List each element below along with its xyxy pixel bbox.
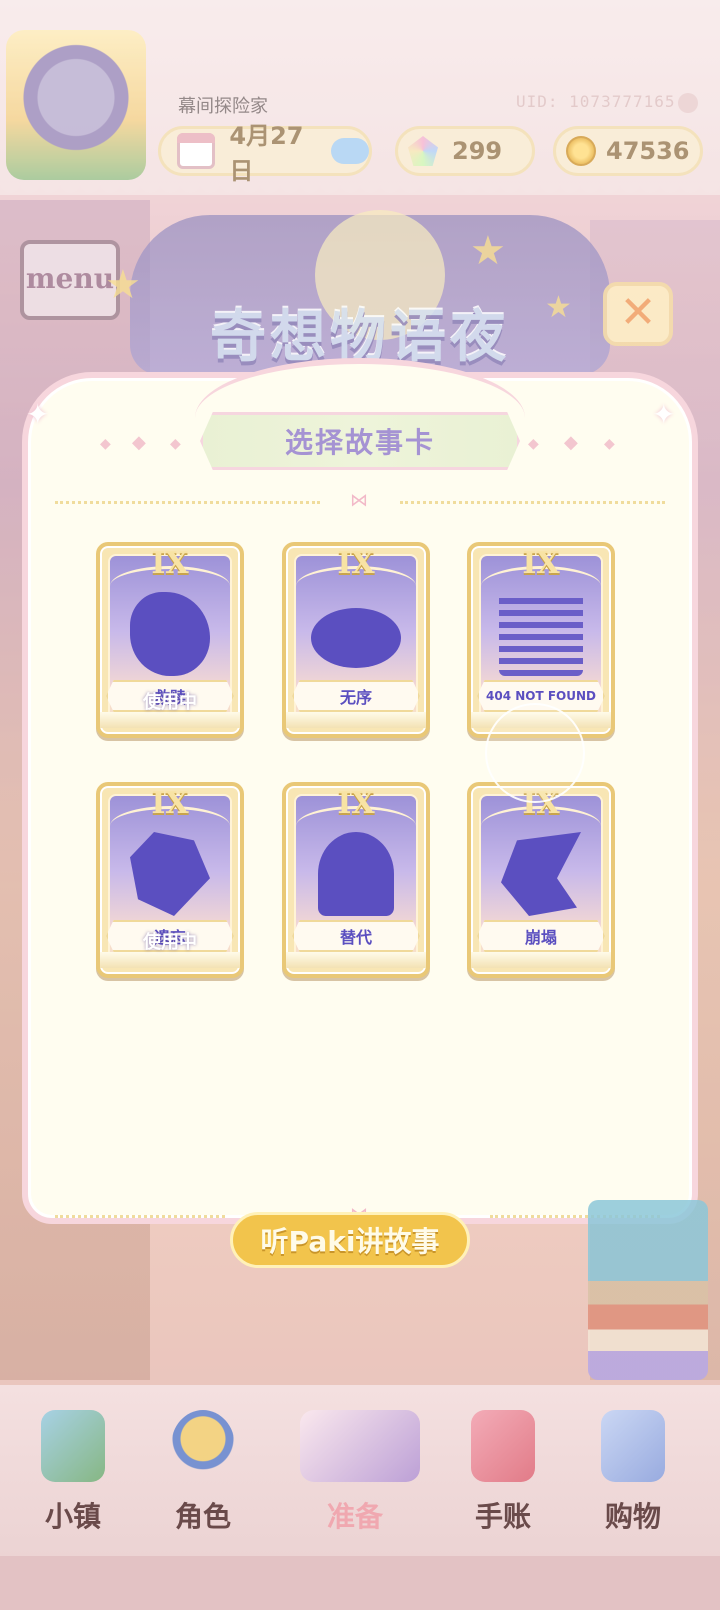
bow-icon: ⋈ [350, 490, 368, 511]
story-card-forgotten[interactable]: IX 遗忘 使用中 [96, 782, 244, 978]
nav-label: 角色 [174, 1500, 231, 1533]
map-icon [41, 1410, 105, 1482]
story-card-collapse[interactable]: IX 崩塌 [467, 782, 615, 978]
nav-label: 小镇 [44, 1500, 101, 1533]
nav-prepare[interactable]: 准备 [300, 1400, 420, 1540]
prepare-icon [300, 1410, 420, 1482]
card-label: 替代 [292, 920, 420, 952]
diamond-decoration: ◆ [132, 432, 146, 453]
journal-icon [471, 1410, 535, 1482]
divider-line [55, 501, 320, 504]
divider-line [400, 501, 665, 504]
story-card-disorder[interactable]: IX 无序 [282, 542, 430, 738]
card-roman-numeral: IX [151, 786, 189, 821]
card-scroll [471, 952, 611, 968]
story-card-substitute[interactable]: IX 替代 [282, 782, 430, 978]
nav-journal[interactable]: 手账 [448, 1400, 558, 1540]
card-scroll [286, 952, 426, 968]
nav-character[interactable]: 角色 [148, 1400, 258, 1540]
nav-label: 手账 [474, 1500, 531, 1533]
nav-shopping[interactable]: 购物 [578, 1400, 688, 1540]
swirl-cards-icon [311, 608, 401, 668]
nav-label: 购物 [604, 1500, 661, 1533]
in-use-badge: 使用中 [143, 692, 197, 713]
tap-indicator [485, 703, 585, 803]
card-roman-numeral: IX [151, 546, 189, 581]
in-use-badge: 使用中 [143, 932, 197, 953]
card-scroll [286, 712, 426, 728]
castle-moon-icon [318, 832, 394, 916]
sparkle-icon: ✦ [652, 398, 676, 431]
card-roman-numeral: IX [337, 786, 375, 821]
sparkle-icon: ✦ [26, 398, 50, 431]
card-roman-numeral: IX [522, 546, 560, 581]
modal-title: 选择故事卡 [284, 426, 435, 459]
diamond-decoration: ◆ [528, 436, 539, 452]
shopping-bag-icon [601, 1410, 665, 1482]
card-label: 崩塌 [477, 920, 605, 952]
card-roman-numeral: IX [337, 546, 375, 581]
nav-town[interactable]: 小镇 [18, 1400, 128, 1540]
listen-story-button[interactable]: 听Paki讲故事 [230, 1212, 470, 1268]
glitch-symbols-icon [499, 592, 583, 676]
nav-label: 准备 [326, 1500, 383, 1533]
diamond-decoration: ◆ [604, 436, 615, 452]
diamond-decoration: ◆ [100, 436, 111, 452]
bottom-safe-area [0, 1556, 720, 1610]
book-stack-decoration [588, 1200, 708, 1380]
card-scroll [100, 712, 240, 728]
story-card-redemption[interactable]: IX 救赎 使用中 [96, 542, 244, 738]
card-label: 无序 [292, 680, 420, 712]
card-scroll [100, 952, 240, 968]
divider-line [55, 1215, 225, 1218]
character-icon [171, 1410, 235, 1482]
diamond-decoration: ◆ [564, 432, 578, 453]
modal-title-band: 选择故事卡 [200, 412, 520, 470]
diamond-decoration: ◆ [170, 436, 181, 452]
